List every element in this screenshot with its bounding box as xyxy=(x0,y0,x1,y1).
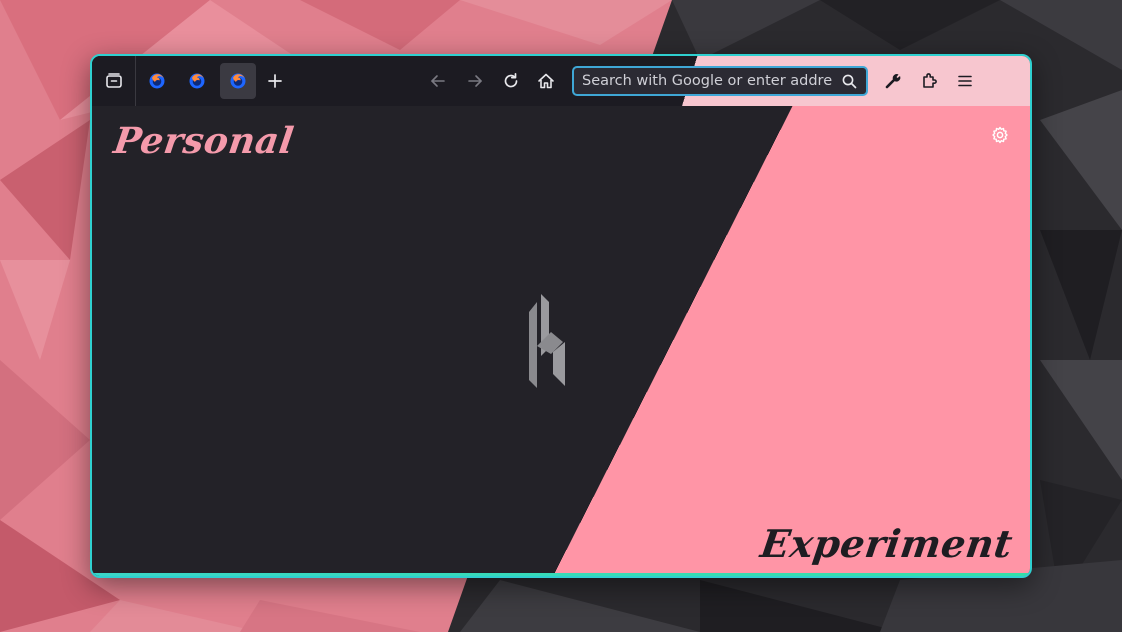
settings-button[interactable] xyxy=(988,123,1012,147)
forward-button[interactable] xyxy=(459,65,491,97)
gear-icon xyxy=(992,126,1008,144)
personal-label: Personal xyxy=(111,120,297,162)
firefox-icon xyxy=(189,73,205,89)
firefox-icon xyxy=(149,73,165,89)
tab-separator xyxy=(135,56,136,106)
browser-toolbar xyxy=(92,56,1030,106)
url-input[interactable] xyxy=(574,68,832,94)
menu-icon xyxy=(958,75,972,87)
tab-1[interactable] xyxy=(141,65,173,97)
extensions-icon xyxy=(923,73,937,88)
experiment-label: Experiment xyxy=(757,521,1016,566)
menu-button[interactable] xyxy=(949,65,981,97)
browser-window: Personal Experiment xyxy=(90,54,1032,578)
firefox-icon xyxy=(230,73,246,89)
home-button[interactable] xyxy=(530,65,562,97)
wrench-icon xyxy=(885,74,901,89)
search-icon xyxy=(842,74,856,88)
tabs-overview-icon xyxy=(106,73,122,88)
forward-icon xyxy=(468,75,482,87)
url-search-button[interactable] xyxy=(832,68,866,94)
reload-icon xyxy=(504,72,518,88)
back-icon xyxy=(431,75,445,87)
reload-button[interactable] xyxy=(495,65,527,97)
new-tab-page: Personal Experiment xyxy=(92,106,1030,576)
watermark-logo xyxy=(529,294,565,388)
tab-3-active[interactable] xyxy=(220,63,256,99)
tab-2[interactable] xyxy=(181,65,213,97)
new-tab-button[interactable] xyxy=(259,65,291,97)
extensions-button[interactable] xyxy=(913,65,945,97)
home-icon xyxy=(538,73,554,89)
plus-icon xyxy=(268,74,282,88)
url-bar xyxy=(572,66,868,96)
tabs-overview-button[interactable] xyxy=(98,65,130,97)
tools-button[interactable] xyxy=(877,65,909,97)
back-button[interactable] xyxy=(422,65,454,97)
